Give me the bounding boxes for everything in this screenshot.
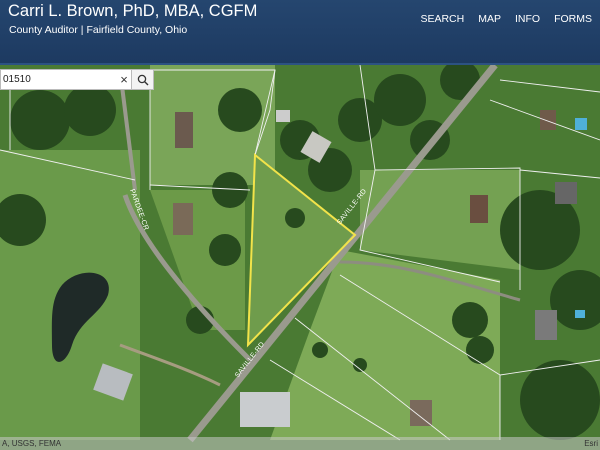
- search-input[interactable]: [1, 73, 117, 86]
- search-icon: [137, 74, 148, 85]
- page-title: Carri L. Brown, PhD, MBA, CGFM: [8, 2, 258, 20]
- search-button[interactable]: [132, 69, 154, 90]
- nav-map[interactable]: MAP: [478, 13, 501, 25]
- aerial-map[interactable]: PARDEE-CR SAVILLE-RD SAVILLE-RD: [0, 0, 600, 450]
- nav-search[interactable]: SEARCH: [420, 13, 464, 25]
- search-field: ×: [0, 69, 132, 90]
- top-nav: SEARCH MAP INFO FORMS: [420, 13, 592, 25]
- attribution-esri[interactable]: Esri: [584, 437, 598, 450]
- page-subtitle: County Auditor | Fairfield County, Ohio: [9, 24, 188, 36]
- nav-info[interactable]: INFO: [515, 13, 540, 25]
- app-header: Carri L. Brown, PhD, MBA, CGFM County Au…: [0, 0, 600, 65]
- search-box: ×: [0, 69, 154, 90]
- map-attribution: A, USGS, FEMA Esri: [0, 437, 600, 450]
- nav-forms[interactable]: FORMS: [554, 13, 592, 25]
- attribution-sources: A, USGS, FEMA: [2, 439, 62, 448]
- clear-icon[interactable]: ×: [117, 72, 131, 87]
